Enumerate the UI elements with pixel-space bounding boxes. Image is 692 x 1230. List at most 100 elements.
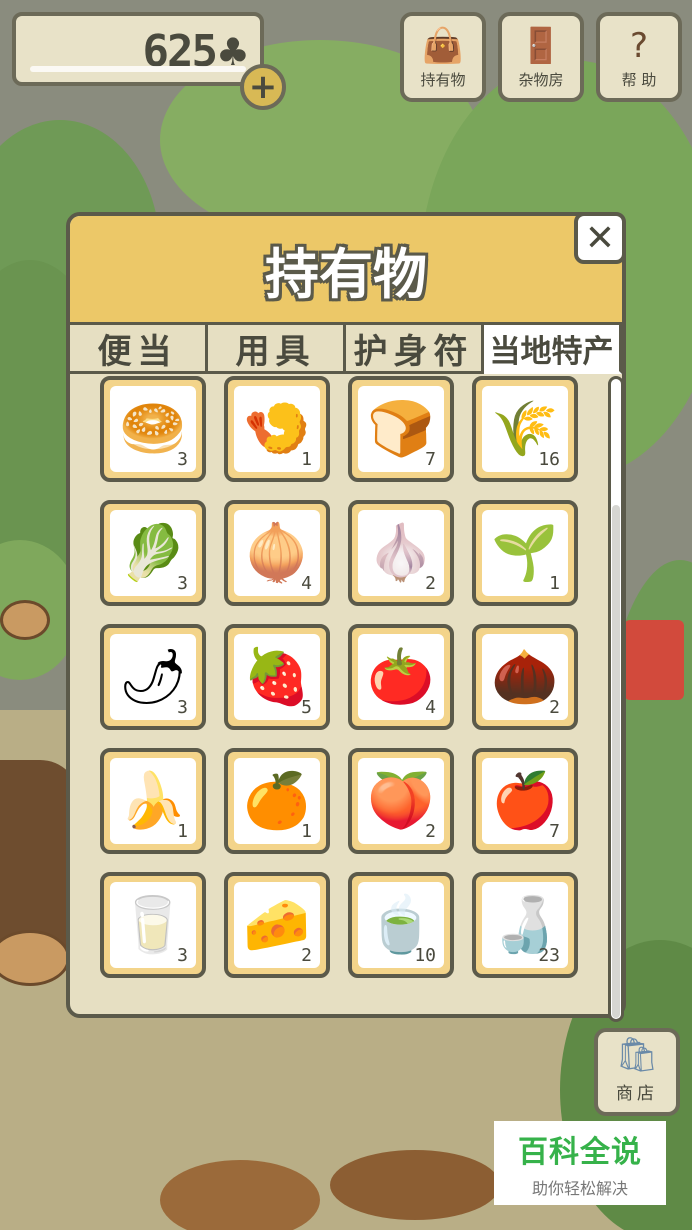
peach-icon: 🍑 [367, 769, 435, 832]
item-quantity: 1 [301, 821, 312, 842]
storeroom-button[interactable]: 🚪 杂物房 [498, 12, 584, 102]
inventory-slot-chestnut[interactable]: 🌰 2 [472, 624, 578, 730]
manju-icon: 🍞 [367, 397, 435, 460]
cabbage-icon: 🥬 [119, 521, 187, 584]
item-quantity: 2 [425, 573, 436, 594]
slot-frame: 🍑 2 [358, 758, 444, 844]
door-icon: 🚪 [519, 26, 563, 66]
persimmon-icon: 🍅 [367, 645, 435, 708]
mailbox [624, 620, 684, 700]
inventory-slot-tea-can[interactable]: 🍵 10 [348, 872, 454, 978]
slot-frame: 🍤 1 [234, 386, 320, 472]
onion-icon: 🧅 [243, 521, 311, 584]
item-grid: 🥯 3 🍤 1 🍞 7 🌾 16 🥬 3 🧅 4 🧄 2 🌱 1 🌶 3 🍓 5 🍅 4 🌰 2 🍌 1 🍊 1 🍑 2 🍎 7 🥛 3 🧀 2 🍵 10… [100, 376, 590, 978]
tab-tools[interactable]: 用具 [208, 322, 346, 374]
item-quantity: 3 [177, 573, 188, 594]
question-icon: ? [629, 26, 649, 66]
shop-label: 商店 [616, 1084, 658, 1104]
inventory-slot-onion[interactable]: 🧅 4 [224, 500, 330, 606]
help-label: 帮 助 [621, 71, 657, 89]
bag-icon: 👜 [421, 26, 465, 66]
inventory-slot-chili-pepper[interactable]: 🌶 3 [100, 624, 206, 730]
inventory-slot-rice-sack[interactable]: 🌾 16 [472, 376, 578, 482]
inventory-slot-bottle[interactable]: 🍶 23 [472, 872, 578, 978]
inventory-button[interactable]: 👜 持有物 [400, 12, 486, 102]
watermark: 百科全说 助你轻松解决 [494, 1121, 666, 1205]
modal-header: 持有物 [70, 216, 622, 322]
tab-charms[interactable]: 护身符 [346, 322, 484, 374]
slot-frame: 🌰 2 [482, 634, 568, 720]
counter-underline [30, 66, 246, 72]
tab-bento[interactable]: 便当 [70, 322, 208, 374]
inventory-slot-garlic[interactable]: 🧄 2 [348, 500, 454, 606]
inventory-slot-peach[interactable]: 🍑 2 [348, 748, 454, 854]
slot-frame: 🍓 5 [234, 634, 320, 720]
shop-button[interactable]: 🛍 商店 [594, 1028, 680, 1116]
slot-frame: 🥯 3 [110, 386, 196, 472]
slot-frame: 🍶 23 [482, 882, 568, 968]
slot-frame: 🍎 7 [482, 758, 568, 844]
item-quantity: 3 [177, 697, 188, 718]
mandarin-icon: 🍊 [243, 769, 311, 832]
buns-icon: 🥯 [119, 397, 187, 460]
milk-icon: 🥛 [119, 893, 187, 956]
inventory-slot-cabbage[interactable]: 🥬 3 [100, 500, 206, 606]
slot-frame: 🌶 3 [110, 634, 196, 720]
inventory-slot-green-onion[interactable]: 🌱 1 [472, 500, 578, 606]
item-quantity: 16 [538, 449, 560, 470]
item-quantity: 2 [549, 697, 560, 718]
item-quantity: 3 [177, 449, 188, 470]
apple-icon: 🍎 [491, 769, 559, 832]
strawberry-icon: 🍓 [243, 645, 311, 708]
scrollbar[interactable] [608, 376, 624, 1022]
item-quantity: 1 [549, 573, 560, 594]
item-quantity: 4 [301, 573, 312, 594]
slot-frame: 🍊 1 [234, 758, 320, 844]
item-quantity: 2 [425, 821, 436, 842]
watermark-title: 百科全说 [518, 1135, 642, 1170]
inventory-slot-buns[interactable]: 🥯 3 [100, 376, 206, 482]
inventory-slot-manju[interactable]: 🍞 7 [348, 376, 454, 482]
inventory-slot-cheese[interactable]: 🧀 2 [224, 872, 330, 978]
slot-frame: 🥛 3 [110, 882, 196, 968]
modal-title: 持有物 [265, 242, 427, 306]
slot-frame: 🍵 10 [358, 882, 444, 968]
leaf-pile [160, 1160, 320, 1230]
help-button[interactable]: ? 帮 助 [596, 12, 682, 102]
slot-frame: 🍞 7 [358, 386, 444, 472]
item-quantity: 2 [301, 945, 312, 966]
storeroom-label: 杂物房 [518, 71, 564, 89]
add-clover-button[interactable]: + [240, 64, 286, 110]
inventory-slot-apple[interactable]: 🍎 7 [472, 748, 578, 854]
green-onion-icon: 🌱 [491, 521, 559, 584]
inventory-slot-persimmon[interactable]: 🍅 4 [348, 624, 454, 730]
tab-local-specialties[interactable]: 当地特产 [484, 322, 622, 374]
inventory-slot-banana[interactable]: 🍌 1 [100, 748, 206, 854]
chestnut-icon: 🌰 [491, 645, 559, 708]
banana-icon: 🍌 [119, 769, 187, 832]
inventory-slot-strawberry[interactable]: 🍓 5 [224, 624, 330, 730]
inventory-slot-mandarin[interactable]: 🍊 1 [224, 748, 330, 854]
slot-frame: 🍌 1 [110, 758, 196, 844]
inventory-modal: 持有物 便当 用具 护身符 当地特产 🥯 3 🍤 1 🍞 7 🌾 16 🥬 3 🧅 4 🧄 2 🌱 1 🌶 3 🍓 5… [66, 212, 626, 1022]
inventory-slot-tempura[interactable]: 🍤 1 [224, 376, 330, 482]
tree-stump [0, 600, 50, 640]
leaf-pile [330, 1150, 500, 1220]
scrollbar-thumb[interactable] [612, 505, 620, 1018]
slot-frame: 🌱 1 [482, 510, 568, 596]
tempura-icon: 🍤 [243, 397, 311, 460]
close-button[interactable]: ✕ [574, 212, 626, 264]
slot-frame: 🧄 2 [358, 510, 444, 596]
item-quantity: 23 [538, 945, 560, 966]
tea-can-icon: 🍵 [367, 893, 435, 956]
item-quantity: 7 [549, 821, 560, 842]
slot-frame: 🥬 3 [110, 510, 196, 596]
chili-pepper-icon: 🌶 [118, 645, 188, 708]
clover-counter: 625 ♣ [12, 12, 264, 86]
item-quantity: 1 [301, 449, 312, 470]
bottle-icon: 🍶 [491, 893, 559, 956]
slot-frame: 🧀 2 [234, 882, 320, 968]
inventory-slot-milk[interactable]: 🥛 3 [100, 872, 206, 978]
item-quantity: 10 [414, 945, 436, 966]
cheese-icon: 🧀 [243, 893, 311, 956]
